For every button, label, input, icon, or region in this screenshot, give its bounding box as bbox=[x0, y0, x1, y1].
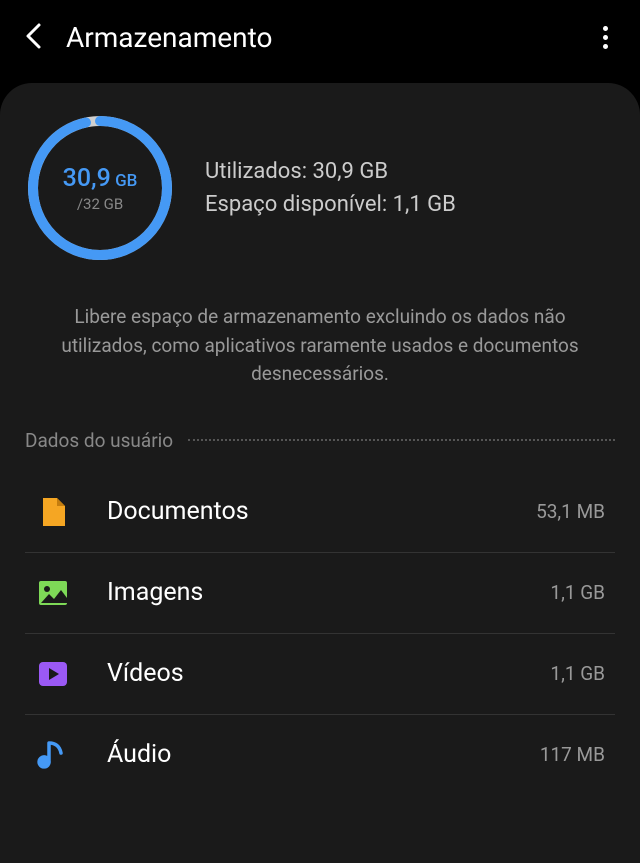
main-content: 30,9 GB /32 GB Utilizados: 30,9 GB Espaç… bbox=[0, 83, 640, 863]
item-size: 1,1 GB bbox=[550, 581, 605, 604]
storage-description: Libere espaço de armazenamento excluindo… bbox=[25, 303, 615, 389]
total-storage-value: /32 GB bbox=[77, 195, 123, 213]
section-title: Dados do usuário bbox=[25, 429, 173, 452]
section-header: Dados do usuário bbox=[25, 429, 615, 452]
storage-details: Utilizados: 30,9 GB Espaço disponível: 1… bbox=[205, 155, 615, 221]
item-size: 53,1 MB bbox=[536, 500, 605, 523]
storage-items-list: Documentos 53,1 MB Imagens 1,1 GB Vídeos… bbox=[25, 472, 615, 795]
storage-circle: 30,9 GB /32 GB bbox=[25, 113, 175, 263]
page-title: Armazenamento bbox=[66, 21, 595, 54]
available-label: Espaço disponível: 1,1 GB bbox=[205, 188, 615, 221]
app-header: Armazenamento bbox=[0, 0, 640, 75]
item-label: Documentos bbox=[107, 497, 536, 526]
item-size: 1,1 GB bbox=[550, 662, 605, 685]
document-icon bbox=[35, 494, 71, 530]
back-icon[interactable] bbox=[24, 22, 42, 54]
more-menu-icon[interactable] bbox=[595, 18, 616, 57]
list-item-audio[interactable]: Áudio 117 MB bbox=[25, 715, 615, 795]
list-item-document[interactable]: Documentos 53,1 MB bbox=[25, 472, 615, 553]
video-icon bbox=[35, 656, 71, 692]
item-label: Imagens bbox=[107, 578, 550, 607]
list-item-image[interactable]: Imagens 1,1 GB bbox=[25, 553, 615, 634]
storage-summary: 30,9 GB /32 GB Utilizados: 30,9 GB Espaç… bbox=[25, 113, 615, 263]
used-label: Utilizados: 30,9 GB bbox=[205, 155, 615, 188]
audio-icon bbox=[35, 737, 71, 773]
item-label: Vídeos bbox=[107, 659, 550, 688]
used-storage-value: 30,9 GB bbox=[63, 164, 138, 193]
item-label: Áudio bbox=[107, 740, 540, 769]
item-size: 117 MB bbox=[540, 743, 605, 766]
list-item-video[interactable]: Vídeos 1,1 GB bbox=[25, 634, 615, 715]
image-icon bbox=[35, 575, 71, 611]
divider bbox=[188, 439, 615, 441]
